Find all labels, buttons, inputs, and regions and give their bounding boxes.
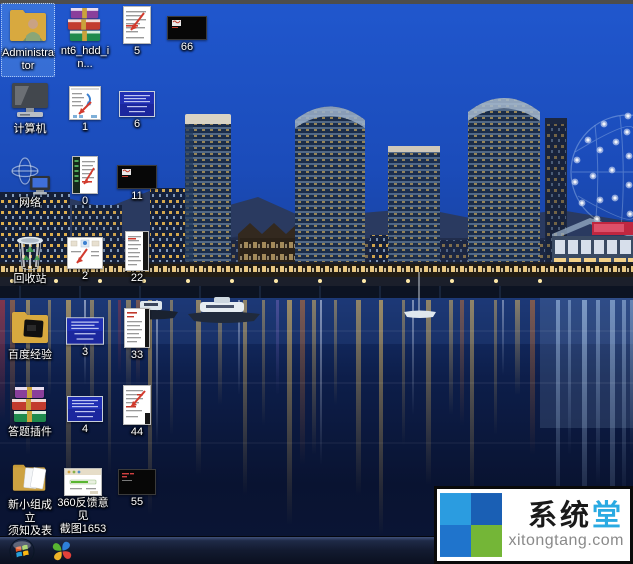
image-thumbnail-icon [123, 6, 151, 44]
desktop-icon-image-0[interactable]: 0 [58, 156, 112, 208]
image-thumbnail-icon [72, 156, 98, 194]
desktop-icon-image-4[interactable]: 4 [58, 385, 112, 436]
icon-label: 计算机 [13, 123, 47, 135]
icon-label: 66 [180, 41, 194, 53]
desktop-icon-image-22[interactable]: 22 [110, 231, 164, 285]
image-thumbnail-icon [117, 165, 157, 189]
image-thumbnail-icon [118, 91, 156, 117]
desktop: Administrator nt6_hdd_in... 5 66 计算机 1 6… [0, 0, 633, 564]
image-thumbnail-icon [67, 237, 103, 269]
recycle-bin-icon [10, 230, 50, 272]
icon-label: Administrator [2, 47, 54, 72]
desktop-icon-image-33[interactable]: 33 [110, 308, 164, 362]
icon-label: nt6_hdd_in... [60, 45, 110, 70]
image-thumbnail-icon [124, 308, 150, 348]
desktop-icon-image-6[interactable]: 6 [110, 84, 164, 131]
start-button[interactable] [0, 537, 44, 564]
desktop-icon-datichajian[interactable]: 答题插件 [3, 385, 57, 439]
desktop-icon-image-1[interactable]: 1 [58, 84, 112, 134]
desktop-icon-recycle-bin[interactable]: 回收站 [3, 230, 57, 286]
icon-label: 0 [81, 195, 89, 207]
icon-label: 11 [131, 190, 143, 202]
desktop-icon-baidu-jingyan[interactable]: 百度经验 [3, 308, 57, 362]
winrar-archive-icon [12, 385, 48, 425]
icon-label: 百度经验 [8, 349, 52, 361]
desktop-icon-computer[interactable]: 计算机 [3, 82, 57, 136]
desktop-icon-image-11[interactable]: 11 [110, 156, 164, 203]
desktop-icon-image-3[interactable]: 3 [58, 308, 112, 359]
icon-label: 回收站 [13, 273, 47, 285]
desktop-icon-network[interactable]: 网络 [3, 156, 57, 210]
icon-label: 33 [130, 349, 144, 361]
image-thumbnail-icon [66, 317, 104, 345]
network-icon [8, 156, 52, 196]
icon-label: 55 [130, 496, 144, 508]
pinwheel-icon [51, 540, 73, 562]
brand-url: xitongtang.com [508, 532, 624, 549]
user-folder-icon [6, 6, 50, 46]
desktop-icon-administrator[interactable]: Administrator [1, 3, 55, 77]
taskbar-app-pinwheel[interactable] [44, 537, 80, 564]
computer-icon [8, 82, 52, 122]
image-thumbnail-icon [123, 385, 151, 425]
image-thumbnail-icon [118, 469, 156, 495]
image-thumbnail-icon [167, 16, 207, 40]
screenshot-top-border [0, 0, 633, 4]
icon-label: 1 [81, 121, 89, 133]
shield-icon [440, 493, 502, 557]
desktop-icon-image-5[interactable]: 5 [110, 6, 164, 58]
desktop-icon-image-2[interactable]: 2 [58, 233, 112, 283]
icon-label: 4 [81, 423, 89, 435]
image-thumbnail-icon [66, 396, 104, 422]
icon-label: 22 [130, 272, 144, 284]
desktop-icon-image-55[interactable]: 55 [110, 464, 164, 509]
desktop-icon-image-66[interactable]: 66 [160, 6, 214, 54]
windows-orb-icon [9, 538, 35, 564]
image-thumbnail-icon [64, 468, 102, 496]
desktop-icon-image-44[interactable]: 44 [110, 385, 164, 439]
winrar-archive-icon [68, 6, 102, 44]
icon-label: 答题插件 [8, 426, 52, 438]
icon-label: 2 [81, 270, 89, 282]
folder-icon [8, 308, 52, 348]
icon-label: 44 [130, 426, 144, 438]
icon-label: 6 [133, 118, 141, 130]
icon-label: 3 [81, 346, 89, 358]
watermark-banner: 系统堂 xitongtang.com [434, 486, 633, 564]
icon-label: 5 [133, 45, 141, 57]
watermark-text: 系统堂 xitongtang.com [502, 500, 626, 550]
brand-name: 系统堂 [527, 500, 624, 532]
image-thumbnail-icon [69, 86, 101, 120]
icon-label: 网络 [19, 197, 41, 209]
open-folder-icon [8, 462, 52, 498]
image-thumbnail-icon [125, 231, 149, 271]
desktop-icon-nt6-hdd-installer[interactable]: nt6_hdd_in... [58, 6, 112, 71]
